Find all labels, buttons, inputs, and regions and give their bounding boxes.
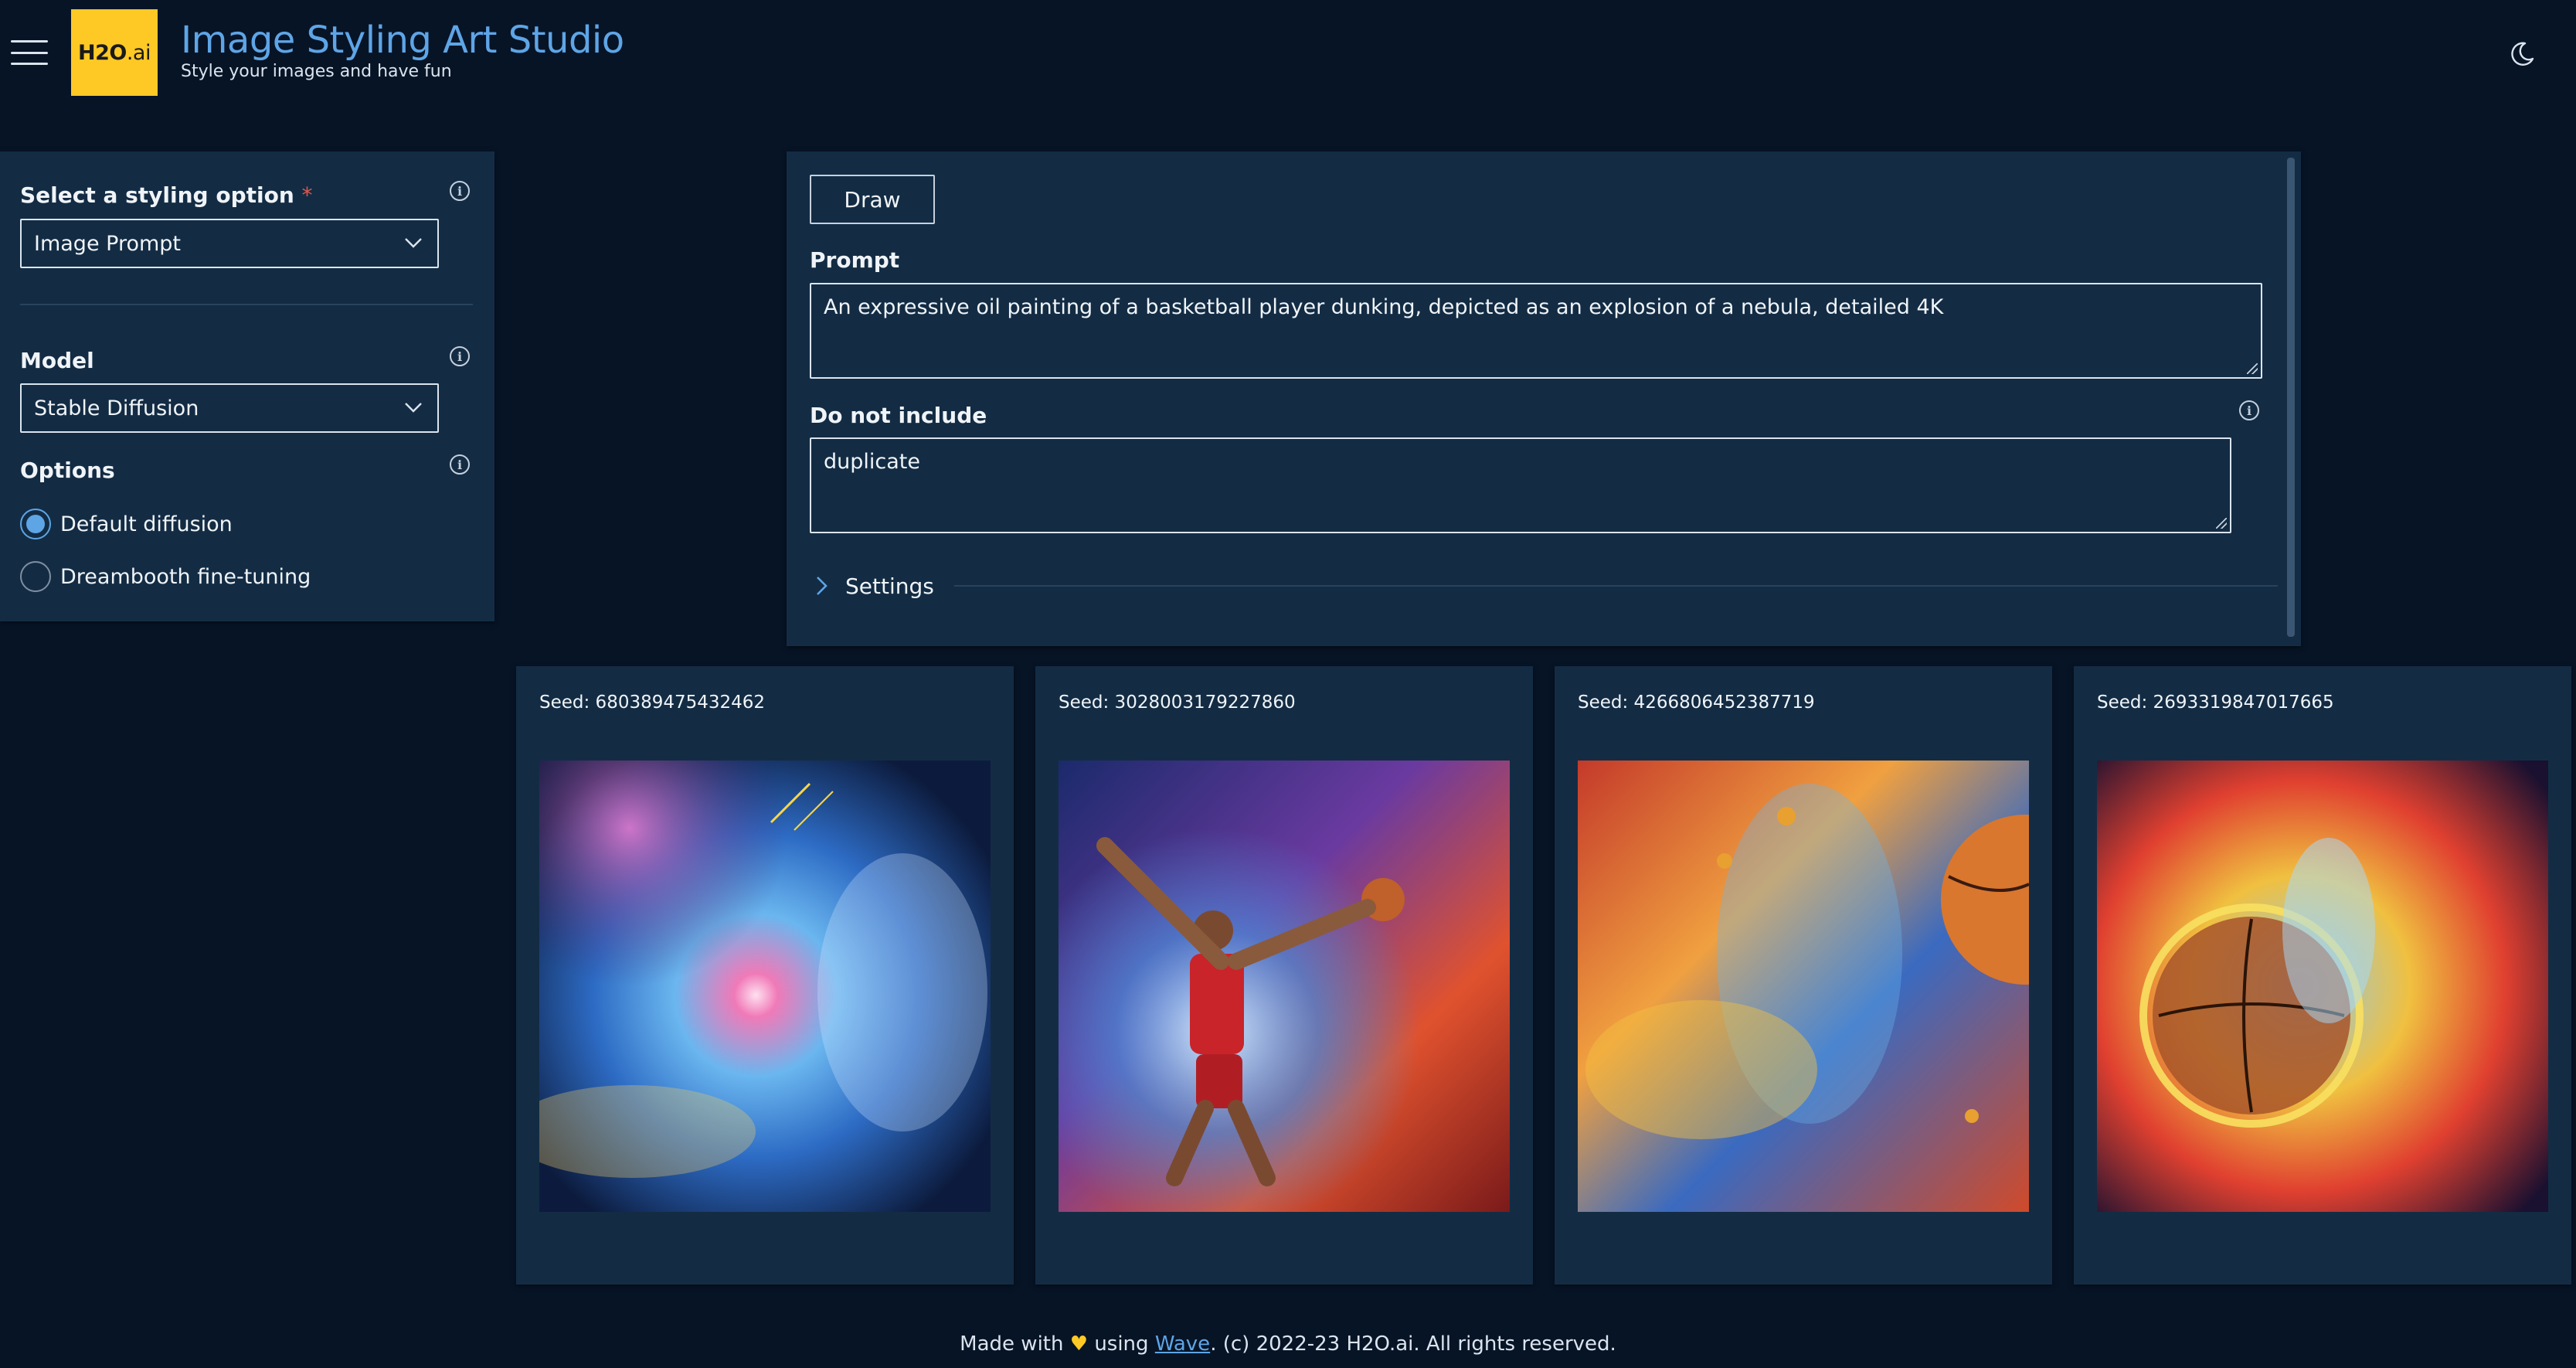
negative-prompt-label: Do not include [810, 403, 987, 428]
styling-option-dropdown[interactable]: Image Prompt [20, 219, 439, 268]
negative-prompt-text: duplicate [824, 450, 920, 474]
prompt-text: An expressive oil painting of a basketba… [824, 295, 1944, 319]
footer-copyright: . (c) 2022-23 H2O.ai. All rights reserve… [1210, 1332, 1616, 1356]
styling-option-value: Image Prompt [34, 231, 182, 256]
result-card: Seed: 2693319847017665 [2074, 666, 2571, 1285]
required-mark: * [301, 182, 313, 208]
radio-label: Dreambooth fine-tuning [60, 564, 311, 589]
resize-handle[interactable] [2216, 518, 2227, 529]
chevron-down-icon [405, 403, 422, 413]
resize-handle[interactable] [2247, 363, 2258, 374]
settings-divider [953, 585, 2278, 587]
moon-icon[interactable] [2508, 40, 2536, 68]
heart-icon: ♥ [1069, 1332, 1089, 1356]
radio-button[interactable] [20, 561, 51, 592]
styling-option-label-text: Select a styling option [20, 182, 294, 208]
prompt-label: Prompt [810, 247, 900, 273]
settings-expander[interactable]: Settings [810, 569, 2278, 603]
settings-label: Settings [845, 573, 934, 599]
radio-dreambooth[interactable]: Dreambooth fine-tuning [20, 561, 311, 592]
logo-text-main: H2O [78, 40, 127, 65]
seed-label: Seed: 2693319847017665 [2097, 693, 2334, 713]
generated-image[interactable] [1059, 761, 1510, 1212]
radio-button[interactable] [20, 509, 51, 539]
prompt-textarea[interactable]: An expressive oil painting of a basketba… [810, 283, 2262, 379]
radio-default-diffusion[interactable]: Default diffusion [20, 509, 233, 539]
footer-using: using [1094, 1332, 1149, 1356]
radio-label: Default diffusion [60, 512, 233, 536]
generated-image[interactable] [539, 761, 991, 1212]
logo-text-suffix: .ai [126, 40, 151, 65]
model-dropdown[interactable]: Stable Diffusion [20, 383, 439, 433]
wave-link[interactable]: Wave [1155, 1332, 1210, 1356]
seed-label: Seed: 680389475432462 [539, 693, 766, 713]
chevron-down-icon [405, 238, 422, 248]
result-card: Seed: 680389475432462 [516, 666, 1014, 1285]
hamburger-menu-icon[interactable] [11, 40, 48, 65]
chevron-right-icon [817, 577, 828, 595]
app-subtitle: Style your images and have fun [181, 62, 452, 81]
styling-sidebar: Select a styling option * i Image Prompt… [0, 151, 494, 621]
seed-label: Seed: 3028003179227860 [1059, 693, 1296, 713]
negative-prompt-textarea[interactable]: duplicate [810, 437, 2231, 533]
sidebar-divider [20, 304, 473, 305]
scrollbar[interactable] [2287, 158, 2295, 637]
seed-label: Seed: 4266806452387719 [1578, 693, 1815, 713]
result-card: Seed: 4266806452387719 [1555, 666, 2052, 1285]
info-icon[interactable]: i [450, 454, 470, 475]
options-label: Options [20, 458, 115, 483]
model-label: Model [20, 348, 94, 373]
styling-option-label: Select a styling option * [20, 182, 313, 208]
footer-made-with: Made with [960, 1332, 1064, 1356]
info-icon[interactable]: i [450, 181, 470, 201]
draw-button[interactable]: Draw [810, 175, 935, 224]
generated-image[interactable] [1578, 761, 2029, 1212]
prompt-form-card: Draw Prompt An expressive oil painting o… [787, 151, 2301, 646]
model-value: Stable Diffusion [34, 396, 199, 420]
generated-image[interactable] [2097, 761, 2548, 1212]
result-card: Seed: 3028003179227860 [1035, 666, 1533, 1285]
h2o-logo: H2O .ai [71, 9, 158, 96]
info-icon[interactable]: i [2239, 400, 2259, 420]
footer: Made with ♥ using Wave. (c) 2022-23 H2O.… [0, 1332, 2576, 1356]
app-title: Image Styling Art Studio [181, 19, 624, 62]
info-icon[interactable]: i [450, 346, 470, 366]
